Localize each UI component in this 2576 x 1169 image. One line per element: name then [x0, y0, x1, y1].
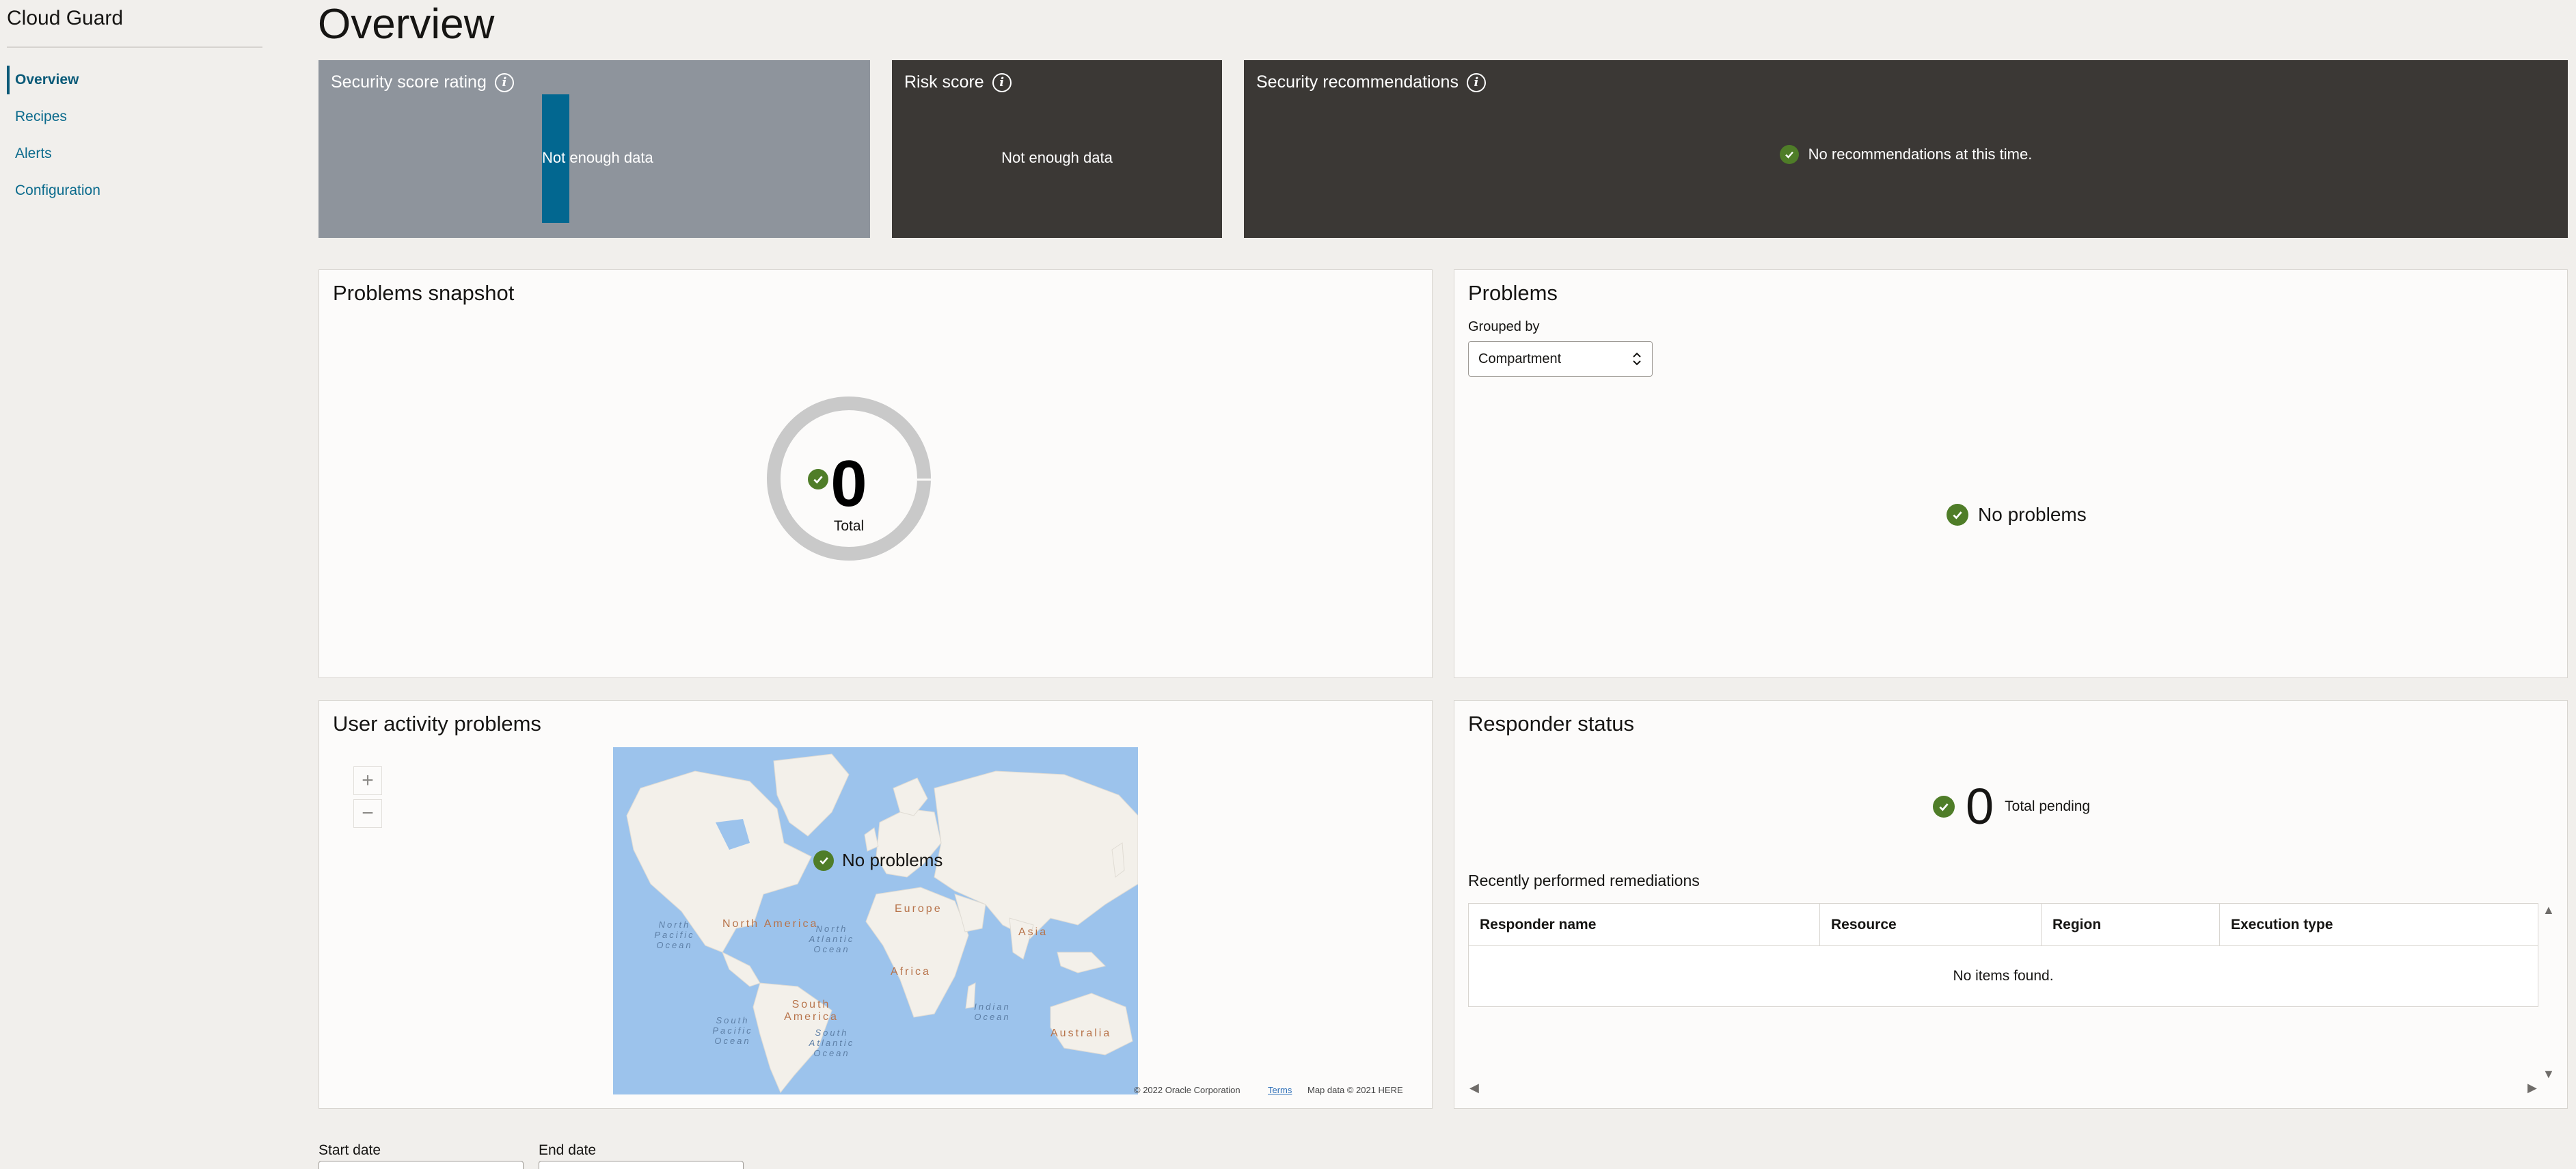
select-arrows-icon [1633, 352, 1641, 366]
sidebar-item-alerts[interactable]: Alerts [0, 139, 267, 176]
check-circle-icon [1933, 796, 1955, 818]
end-date-label: End date [539, 1142, 597, 1158]
problems-title: Problems [1468, 281, 1558, 305]
table-header: Responder name Resource Region Execution… [1469, 904, 2538, 946]
recommendations-text: No recommendations at this time. [1808, 146, 2033, 163]
scroll-down-arrow[interactable]: ▼ [2543, 1067, 2555, 1081]
risk-score-message: Not enough data [1001, 149, 1113, 166]
sidebar-item-recipes[interactable]: Recipes [0, 103, 267, 139]
user-activity-empty-text: No problems [842, 850, 943, 870]
problems-snapshot-panel: Problems snapshot 0 Total [318, 269, 1433, 678]
check-circle-icon [813, 850, 834, 871]
map-label-north-pacific: North Pacific Ocean [654, 919, 695, 950]
security-score-message: Not enough data [542, 149, 653, 166]
user-activity-panel: User activity problems + − North America… [318, 700, 1433, 1109]
map-data-attribution: Map data © 2021 HERE [1307, 1085, 1403, 1095]
problems-empty-state: No problems [1947, 504, 2087, 526]
zoom-out-button[interactable]: − [353, 799, 382, 828]
responder-status-panel: Responder status 0 Total pending Recentl… [1454, 700, 2568, 1109]
grouped-by-label: Grouped by [1468, 319, 1540, 334]
map-label-asia: Asia [1018, 926, 1048, 938]
start-date-input[interactable] [318, 1161, 524, 1169]
map-label-south-atlantic: South Atlantic Ocean [809, 1027, 855, 1058]
map-copyright: © 2022 Oracle Corporation [1134, 1085, 1240, 1095]
map-label-australia: Australia [1050, 1027, 1112, 1039]
problems-total-value: 0 [830, 447, 867, 520]
map-label-south-america: South America [784, 999, 839, 1023]
donut-gap [917, 479, 931, 481]
info-icon[interactable]: i [494, 72, 514, 92]
risk-score-header: Risk score i [904, 72, 1012, 92]
security-score-tile: Security score rating i Not enough data [318, 60, 870, 238]
problems-donut-chart: 0 Total [767, 397, 931, 561]
start-date-label: Start date [318, 1142, 381, 1158]
risk-score-tile: Risk score i Not enough data [892, 60, 1222, 238]
problems-panel: Problems Grouped by Compartment No probl… [1454, 269, 2568, 678]
sidebar-divider [7, 46, 262, 48]
column-header-responder-name[interactable]: Responder name [1469, 904, 1820, 945]
page-title: Overview [318, 1, 495, 48]
sidebar-title: Cloud Guard [7, 7, 124, 29]
map-label-south-pacific: South Pacific Ocean [712, 1015, 753, 1046]
check-circle-icon [1779, 145, 1799, 164]
scroll-right-arrow[interactable]: ▶ [2527, 1081, 2537, 1095]
sidebar-item-configuration[interactable]: Configuration [0, 176, 267, 213]
info-icon[interactable]: i [992, 72, 1012, 92]
info-icon[interactable]: i [1466, 72, 1486, 92]
problems-empty-text: No problems [1978, 504, 2087, 525]
map-label-north-atlantic: North Atlantic Ocean [809, 924, 855, 954]
column-header-region[interactable]: Region [2042, 904, 2220, 945]
recommendations-title: Security recommendations [1256, 72, 1459, 92]
end-date-input[interactable] [539, 1161, 744, 1169]
security-score-title: Security score rating [331, 72, 487, 92]
map-label-africa: Africa [891, 966, 931, 978]
responder-status-title: Responder status [1468, 712, 1634, 736]
map-terms-link[interactable]: Terms [1268, 1085, 1292, 1095]
recommendations-message: No recommendations at this time. [1244, 145, 2568, 164]
scroll-left-arrow[interactable]: ◀ [1469, 1081, 1479, 1095]
sidebar-nav: Overview Recipes Alerts Configuration [0, 66, 267, 213]
map-label-europe: Europe [895, 903, 943, 915]
recent-remediations-title: Recently performed remediations [1468, 872, 1700, 889]
column-header-execution-type[interactable]: Execution type [2220, 904, 2538, 945]
world-map[interactable]: North America Europe Asia Africa South A… [613, 747, 1138, 1094]
problems-total-label: Total [833, 518, 865, 534]
column-header-resource[interactable]: Resource [1820, 904, 2042, 945]
pending-count: 0 [1966, 778, 1994, 835]
pending-label: Total pending [2005, 798, 2091, 814]
recommendations-header: Security recommendations i [1256, 72, 1486, 92]
security-score-header: Security score rating i [331, 72, 514, 92]
user-activity-title: User activity problems [333, 712, 541, 736]
user-activity-empty-state: No problems [813, 850, 943, 871]
map-label-indian-ocean: Indian Ocean [974, 1002, 1011, 1022]
risk-score-title: Risk score [904, 72, 984, 92]
grouped-by-value: Compartment [1478, 351, 1562, 366]
problems-snapshot-title: Problems snapshot [333, 281, 515, 305]
sidebar: Cloud Guard Overview Recipes Alerts Conf… [0, 0, 267, 1169]
remediations-table: Responder name Resource Region Execution… [1468, 903, 2538, 1007]
sidebar-item-overview[interactable]: Overview [0, 66, 267, 103]
check-circle-icon [1947, 504, 1968, 526]
pending-summary: 0 Total pending [1933, 781, 2090, 832]
security-recommendations-tile: Security recommendations i No recommenda… [1244, 60, 2568, 238]
zoom-in-button[interactable]: + [353, 766, 382, 795]
scroll-up-arrow[interactable]: ▲ [2543, 903, 2555, 917]
grouped-by-select[interactable]: Compartment [1468, 341, 1653, 377]
table-empty-message: No items found. [1953, 968, 2054, 984]
